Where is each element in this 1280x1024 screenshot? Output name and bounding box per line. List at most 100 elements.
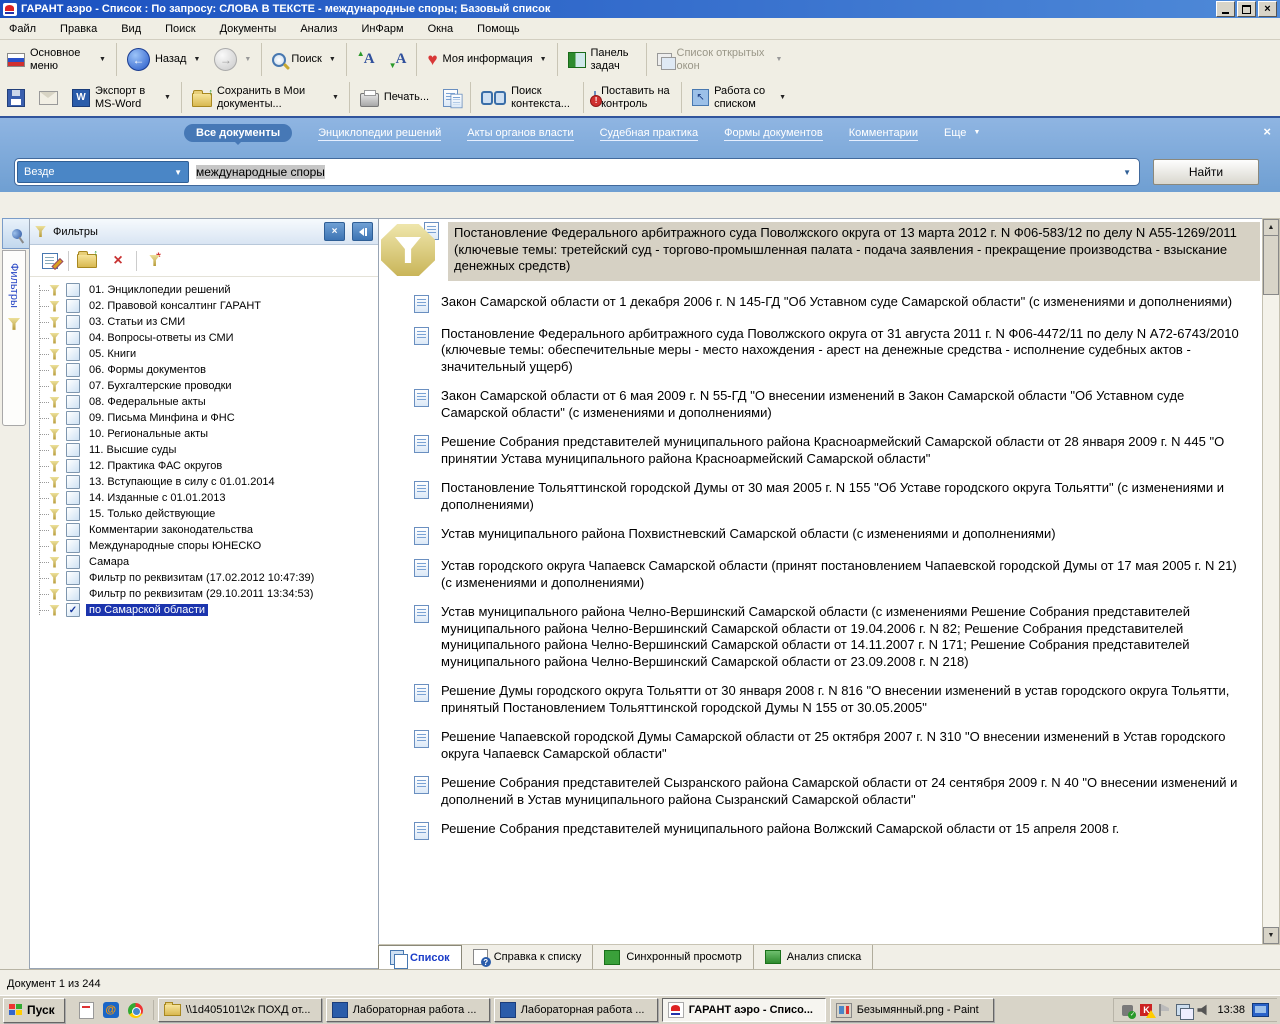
filter-checkbox[interactable] [66, 315, 80, 329]
main-menu-button[interactable]: Основное меню ▼ [0, 42, 113, 78]
put-on-control-button[interactable]: ! Поставить на контроль [587, 80, 678, 116]
font-decrease-button[interactable]: A [382, 42, 414, 78]
forward-button[interactable]: → ▼ [207, 42, 258, 78]
filter-checkbox[interactable] [66, 587, 80, 601]
menu-item[interactable]: Документы [220, 23, 277, 35]
filter-checkbox[interactable] [66, 347, 80, 361]
close-button[interactable]: × [1258, 1, 1277, 17]
usb-device-icon[interactable] [1122, 1004, 1137, 1019]
my-information-button[interactable]: ♥ Моя информация ▼ [420, 42, 553, 78]
filter-checkbox[interactable] [66, 363, 80, 377]
minimize-button[interactable] [1216, 1, 1235, 17]
open-filter-button[interactable]: ↑ [74, 248, 100, 273]
document-list-item[interactable]: Постановление Тольяттинской городской Ду… [414, 480, 1260, 513]
category-tab[interactable]: Формы документов ▼ [724, 127, 823, 141]
view-tab[interactable]: Справка к списку [462, 945, 594, 969]
filter-tree-item[interactable]: 07. Бухгалтерские проводки [37, 378, 378, 394]
category-tab[interactable]: Энциклопедии решений ▼ [318, 127, 442, 141]
filter-tree-item[interactable]: 08. Федеральные акты [37, 394, 378, 410]
filter-tree-item[interactable]: 09. Письма Минфина и ФНС [37, 410, 378, 426]
menu-item[interactable]: Вид [121, 23, 141, 35]
menu-item[interactable]: Помощь [477, 23, 520, 35]
save-to-my-documents-button[interactable]: ↑ Сохранить в Мои документы... ▼ [185, 80, 346, 116]
filter-checkbox[interactable] [66, 331, 80, 345]
chrome-icon[interactable] [127, 1002, 143, 1018]
category-tab[interactable]: Комментарии ▼ [848, 127, 918, 141]
filter-tree-item[interactable]: 10. Региональные акты [37, 426, 378, 442]
view-tab[interactable]: Синхронный просмотр [593, 945, 754, 969]
taskbar-window-button[interactable]: Безымянный.png - Paint [829, 998, 994, 1022]
start-button[interactable]: Пуск [3, 997, 65, 1023]
taskbar-window-button[interactable]: Лабораторная работа ... [325, 998, 490, 1022]
menu-item[interactable]: Поиск [165, 23, 195, 35]
filter-checkbox[interactable] [66, 427, 80, 441]
band-close-icon[interactable]: × [1263, 125, 1271, 138]
context-search-button[interactable]: Поиск контекста... [474, 80, 580, 116]
filter-tree-item[interactable]: Фильтр по реквизитам (29.10.2011 13:34:5… [37, 586, 378, 602]
search-menu-button[interactable]: Поиск ▼ [265, 42, 342, 78]
filter-checkbox[interactable] [66, 283, 80, 297]
filter-tree-item[interactable]: по Самарской области [37, 602, 378, 618]
category-tab[interactable]: Акты органов власти ▼ [467, 127, 574, 141]
category-tab[interactable]: Все документы ▼ [184, 124, 293, 145]
filter-checkbox[interactable] [66, 379, 80, 393]
pin-panel-button[interactable] [2, 218, 31, 249]
filter-checkbox[interactable] [66, 395, 80, 409]
filter-tree-item[interactable]: 14. Изданные с 01.01.2013 [37, 490, 378, 506]
menu-item[interactable]: Файл [9, 23, 36, 35]
scrollbar-thumb[interactable] [1263, 235, 1279, 295]
restore-button[interactable] [1237, 1, 1256, 17]
filter-tree-item[interactable]: 15. Только действующие [37, 506, 378, 522]
filter-tree-item[interactable]: Комментарии законодательства [37, 522, 378, 538]
quick-launch-document-icon[interactable] [78, 1001, 94, 1019]
filter-checkbox[interactable] [66, 459, 80, 473]
find-button[interactable]: Найти [1153, 159, 1259, 185]
filter-checkbox[interactable] [66, 299, 80, 313]
view-tab[interactable]: Список [378, 945, 462, 969]
document-list-item[interactable]: Решение Собрания представителей Сызранск… [414, 775, 1260, 808]
filter-tree-item[interactable]: 12. Практика ФАС округов [37, 458, 378, 474]
export-word-button[interactable]: W Экспорт в MS-Word ▼ [65, 80, 178, 116]
category-tab[interactable]: Еще ▼ [944, 127, 980, 139]
document-list-item[interactable]: Устав муниципального района Похвистневск… [414, 526, 1260, 545]
filter-tree-item[interactable]: 04. Вопросы-ответы из СМИ [37, 330, 378, 346]
filter-checkbox[interactable] [66, 603, 80, 617]
save-button[interactable] [0, 80, 32, 116]
filter-checkbox[interactable] [66, 571, 80, 585]
antivirus-icon[interactable]: K [1140, 1004, 1157, 1018]
filter-tree-item[interactable]: 02. Правовой консалтинг ГАРАНТ [37, 298, 378, 314]
document-list-item[interactable]: Решение Собрания представителей муниципа… [414, 821, 1260, 840]
featured-document-row[interactable]: Постановление Федерального арбитражного … [381, 222, 1260, 281]
taskbar-window-button[interactable]: ГАРАНТ аэро - Списо... [661, 998, 826, 1022]
back-button[interactable]: ← Назад ▼ [120, 42, 207, 78]
filter-checkbox[interactable] [66, 443, 80, 457]
document-list-item[interactable]: Устав муниципального района Челно-Вершин… [414, 604, 1260, 670]
filter-tree-item[interactable]: 03. Статьи из СМИ [37, 314, 378, 330]
mail-agent-icon[interactable]: @ [102, 1002, 119, 1018]
print-button[interactable]: Печать... [353, 80, 436, 116]
filter-tree-item[interactable]: Международные споры ЮНЕСКО [37, 538, 378, 554]
document-list-item[interactable]: Закон Самарской области от 1 декабря 200… [414, 294, 1260, 313]
filter-checkbox[interactable] [66, 523, 80, 537]
taskbar-window-button[interactable]: \\1d405101\2к ПОХД от... [157, 998, 322, 1022]
document-list-item[interactable]: Закон Самарской области от 6 мая 2009 г.… [414, 388, 1260, 421]
filter-tree-item[interactable]: 05. Книги [37, 346, 378, 362]
scroll-down-button[interactable]: ▼ [1263, 927, 1279, 944]
menu-item[interactable]: Правка [60, 23, 97, 35]
network-icon[interactable] [1176, 1004, 1195, 1020]
taskbar-window-button[interactable]: Лабораторная работа ... [493, 998, 658, 1022]
search-input[interactable]: международные споры [189, 165, 1117, 179]
new-filter-button[interactable]: * [142, 249, 168, 273]
font-increase-button[interactable]: A [350, 42, 382, 78]
filter-tree-item[interactable]: 11. Высшие суды [37, 442, 378, 458]
display-icon[interactable] [1252, 1003, 1269, 1017]
vertical-scrollbar[interactable]: ▲ ▼ [1262, 218, 1280, 945]
scroll-up-button[interactable]: ▲ [1263, 219, 1279, 236]
filters-close-button[interactable]: × [324, 222, 345, 241]
filter-tree-item[interactable]: 06. Формы документов [37, 362, 378, 378]
document-list-item[interactable]: Постановление Федерального арбитражного … [414, 326, 1260, 376]
menu-item[interactable]: Окна [428, 23, 454, 35]
delete-filter-button[interactable]: × [105, 249, 131, 273]
document-list-item[interactable]: Устав городского округа Чапаевск Самарск… [414, 558, 1260, 591]
filter-checkbox[interactable] [66, 491, 80, 505]
